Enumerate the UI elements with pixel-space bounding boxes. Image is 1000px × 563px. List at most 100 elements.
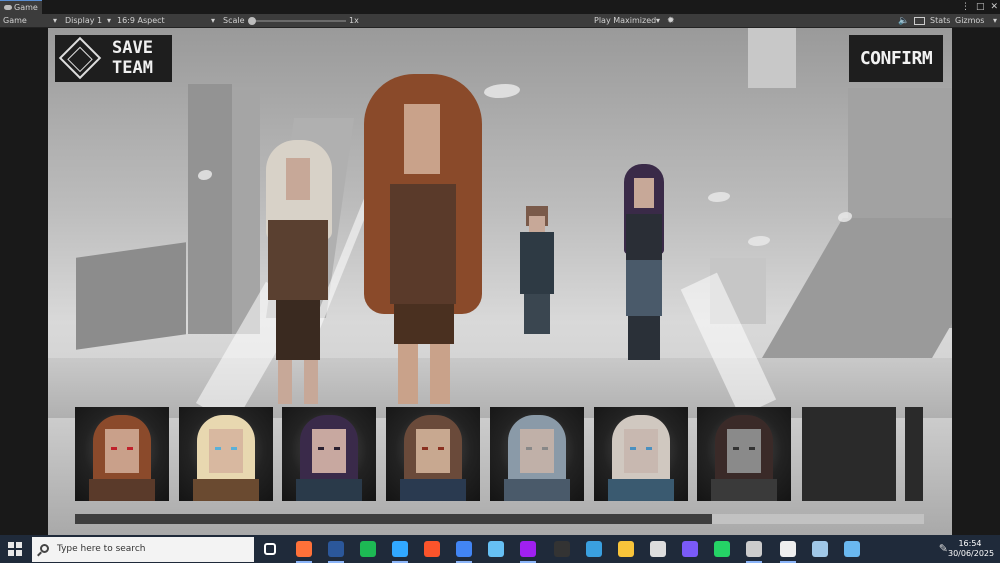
character-jacket[interactable] — [520, 206, 554, 334]
steam-icon[interactable] — [488, 541, 504, 557]
portrait-eye — [422, 447, 429, 450]
portrait-body — [503, 479, 570, 501]
view-mode-label: Game — [3, 16, 27, 25]
word-icon[interactable] — [328, 541, 344, 557]
portrait-dark-figure[interactable] — [697, 407, 792, 501]
game-viewport[interactable]: SAVE TEAM CONFIRM — [48, 28, 952, 535]
portrait-eye — [214, 447, 221, 450]
photoshop-icon[interactable] — [392, 541, 408, 557]
view-mode-dropdown[interactable]: Game — [3, 14, 59, 28]
portrait-brown-hair[interactable] — [386, 407, 481, 501]
close-icon[interactable]: ✕ — [990, 2, 998, 12]
portrait-face — [416, 429, 451, 473]
portrait-eye — [749, 447, 756, 450]
scale-slider-handle[interactable] — [248, 17, 256, 25]
character-long-hair[interactable] — [364, 74, 482, 404]
audio-icon[interactable]: 🔈 — [898, 14, 909, 28]
portrait-face — [519, 429, 554, 473]
confirm-button[interactable]: CONFIRM — [849, 35, 943, 82]
clock-time: 16:54 — [958, 539, 982, 548]
gamepad-icon[interactable] — [682, 541, 698, 557]
portrait-eye — [111, 447, 117, 450]
game-view: SAVE TEAM CONFIRM — [0, 28, 1000, 535]
scale-value: 1x — [349, 16, 359, 25]
character-leg — [430, 344, 450, 404]
scale-slider-track[interactable] — [252, 20, 346, 22]
brave-icon[interactable] — [424, 541, 440, 557]
firefox-icon[interactable] — [296, 541, 312, 557]
save-team-logo: SAVE TEAM — [55, 35, 172, 82]
character-face — [404, 104, 440, 174]
portrait-hooded[interactable] — [489, 407, 584, 501]
portrait-body — [89, 479, 155, 501]
portrait-eye — [438, 447, 445, 450]
portrait-eye — [733, 447, 740, 450]
portrait-masked[interactable] — [593, 407, 688, 501]
character-torso — [390, 184, 456, 304]
spotify-icon[interactable] — [360, 541, 376, 557]
unity-hub-icon[interactable] — [746, 541, 762, 557]
empty-roster-slot[interactable] — [905, 407, 923, 501]
roster-scrollbar[interactable] — [75, 514, 924, 524]
windows-taskbar: Type here to search ✎ 16:54 30/06/2025 — [0, 535, 1000, 563]
file-explorer-icon[interactable] — [618, 541, 634, 557]
aspect-dropdown[interactable]: 16:9 Aspect — [117, 14, 217, 28]
play-mode-dropdown[interactable]: Play Maximized — [594, 14, 662, 28]
gamepad-icon — [4, 5, 12, 10]
bug-icon[interactable]: ✹ — [667, 14, 675, 28]
chrome-icon[interactable] — [456, 541, 472, 557]
portrait-face — [105, 429, 139, 473]
clock-date: 30/06/2025 — [948, 549, 995, 558]
stone-block-left — [76, 242, 186, 350]
search-icon — [40, 544, 49, 553]
portrait-eye — [230, 447, 237, 450]
opera-icon[interactable] — [520, 541, 536, 557]
taskbar-clock[interactable]: 16:54 30/06/2025 — [948, 539, 995, 559]
pen-icon[interactable]: ✎ — [939, 542, 948, 555]
display-label: Display 1 — [65, 16, 103, 25]
portrait-body — [711, 479, 778, 501]
portrait-purple-hair[interactable] — [282, 407, 377, 501]
leaf — [708, 192, 730, 202]
portrait-face — [208, 429, 243, 473]
notes-icon[interactable] — [812, 541, 828, 557]
character-purple-hair[interactable] — [620, 164, 670, 360]
portrait-body — [192, 479, 259, 501]
epic-games-icon[interactable] — [554, 541, 570, 557]
portrait-eye — [127, 447, 133, 450]
whatsapp-icon[interactable] — [714, 541, 730, 557]
character-torso — [520, 232, 554, 294]
taskbar-search-box[interactable]: Type here to search — [32, 537, 254, 562]
portrait-body — [296, 479, 363, 501]
gizmos-dropdown[interactable]: Gizmos — [955, 14, 999, 28]
display-dropdown[interactable]: Display 1 — [65, 14, 113, 28]
maximize-icon[interactable]: □ — [976, 2, 985, 12]
portrait-eye — [541, 447, 548, 450]
character-leg — [278, 360, 292, 404]
portrait-body — [400, 479, 467, 501]
game-tab[interactable]: Game — [0, 0, 42, 14]
portrait-eye — [334, 447, 341, 450]
keyboard-icon[interactable] — [914, 17, 925, 25]
empty-roster-slot[interactable] — [802, 407, 896, 501]
portrait-face — [727, 429, 762, 473]
portrait-blonde[interactable] — [178, 407, 273, 501]
character-white-hair[interactable] — [260, 140, 340, 406]
paint-icon[interactable] — [844, 541, 860, 557]
stats-button[interactable]: Stats — [930, 14, 950, 28]
task-view-icon[interactable] — [264, 543, 276, 555]
unity-editor-icon[interactable] — [780, 541, 796, 557]
github-desktop-icon[interactable] — [650, 541, 666, 557]
search-placeholder: Type here to search — [57, 544, 146, 554]
gizmos-label: Gizmos — [955, 16, 985, 25]
more-menu-icon[interactable]: ⋮ — [961, 2, 970, 12]
roster-scrollbar-thumb[interactable] — [75, 514, 712, 524]
character-legs — [394, 304, 454, 344]
portrait-redhead[interactable] — [75, 407, 169, 501]
game-toolbar: Game Display 1 16:9 Aspect Scale 1x Play… — [0, 14, 1000, 28]
aspect-label: 16:9 Aspect — [117, 16, 165, 25]
portrait-face — [312, 429, 347, 473]
copilot-icon[interactable] — [586, 541, 602, 557]
scale-label: Scale — [223, 16, 245, 25]
windows-start-icon[interactable] — [8, 542, 22, 556]
